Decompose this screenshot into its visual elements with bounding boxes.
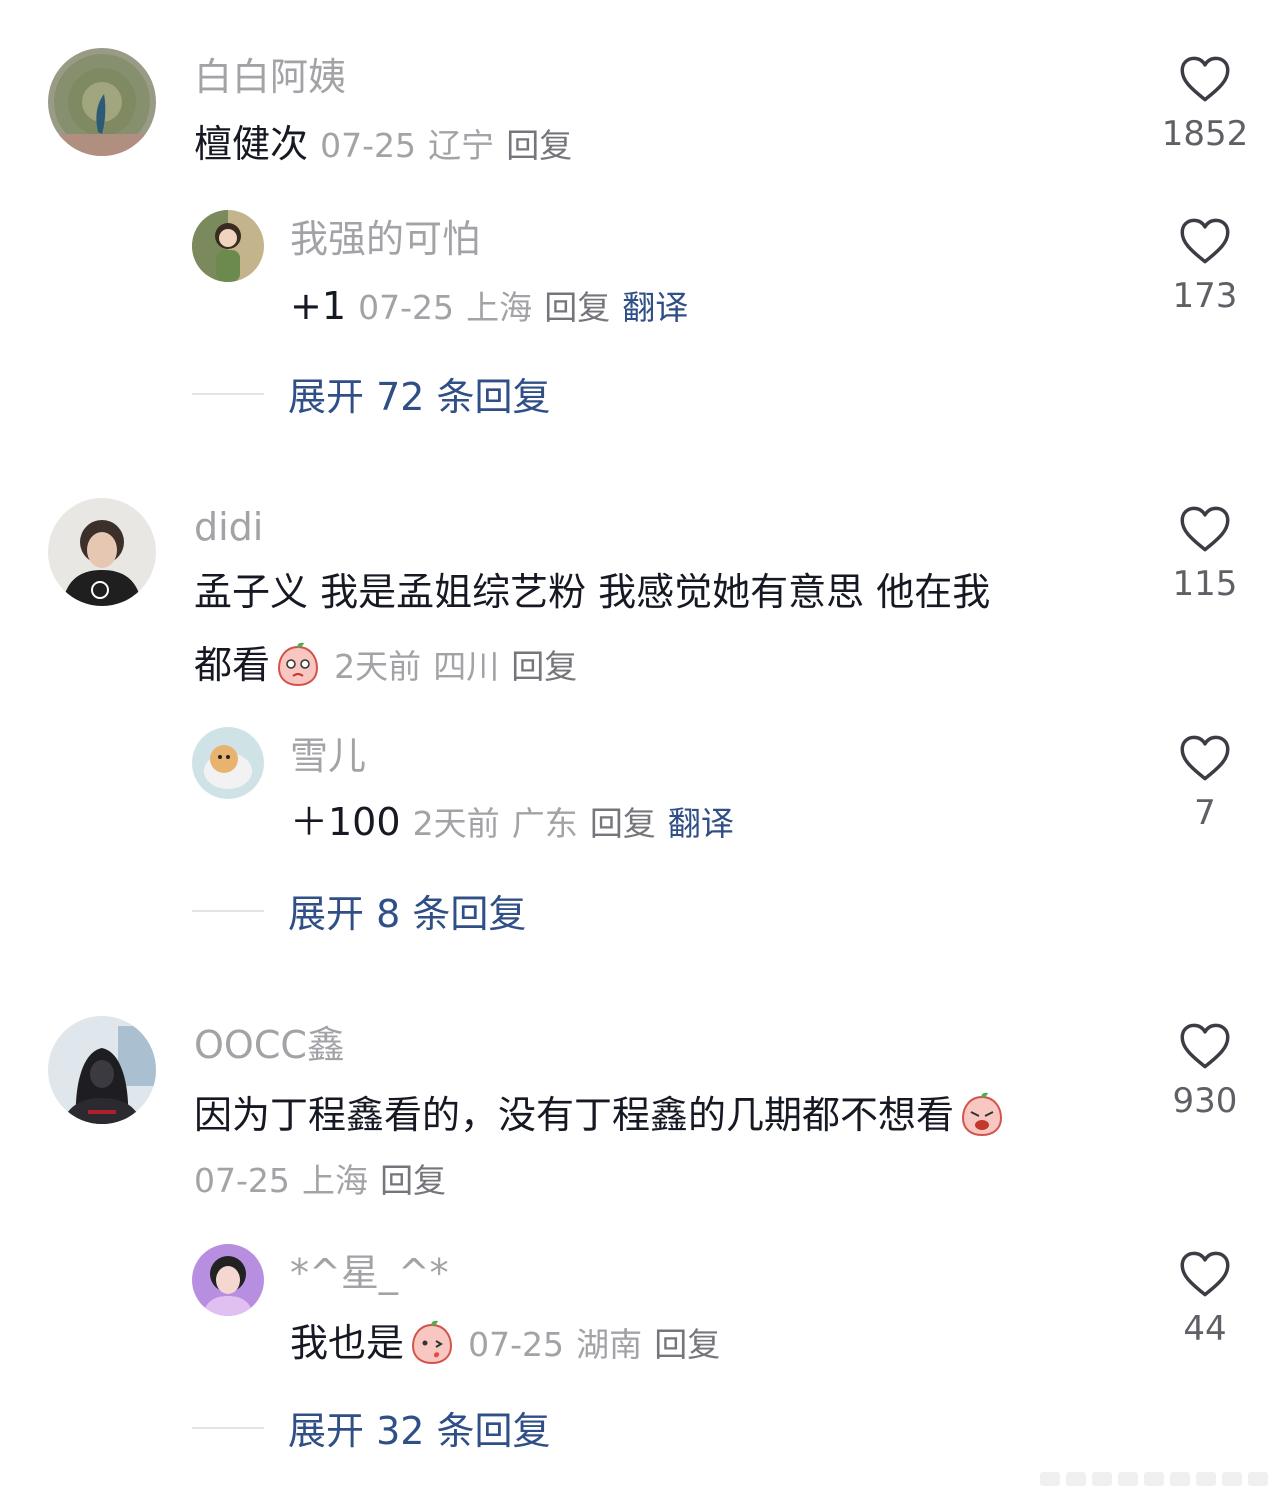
avatar-image-dog — [192, 727, 264, 799]
reply-location: 上海 — [466, 288, 533, 327]
avatar-image-boy — [48, 498, 156, 606]
reply-location: 湖南 — [576, 1325, 643, 1364]
divider — [192, 392, 264, 395]
reply-username[interactable]: 我强的可怕 — [290, 220, 480, 258]
reply-button[interactable]: 回复 — [380, 1161, 446, 1200]
comment-text-line: 孟子义 我是孟姐综艺粉 我感觉她有意思 他在我 — [194, 570, 991, 614]
reply-text: +1 — [290, 284, 347, 328]
reply-avatar[interactable] — [192, 210, 264, 282]
expand-replies-label: 展开 32 条回复 — [288, 1409, 551, 1453]
heart-icon — [1179, 505, 1231, 553]
avatar[interactable] — [48, 48, 156, 156]
expand-replies-button[interactable]: 展开 72 条回复 — [192, 366, 551, 421]
expand-replies-label: 展开 72 条回复 — [288, 375, 551, 419]
avatar[interactable] — [48, 1016, 156, 1124]
like-count: 115 — [1172, 564, 1238, 604]
comment-meta-row: 07-25 上海 回复 — [194, 1160, 446, 1198]
like-count: 173 — [1172, 276, 1238, 316]
comment-text-row: 因为丁程鑫看的，没有丁程鑫的几期都不想看 — [194, 1090, 1006, 1138]
reply-text-row: 我也是 07-25 湖南 回复 — [290, 1318, 720, 1366]
reply-date: 07-25 — [358, 288, 455, 327]
comment-text: 都看 — [194, 643, 271, 687]
divider — [192, 909, 264, 912]
comment-text: 因为丁程鑫看的，没有丁程鑫的几期都不想看 — [194, 1093, 955, 1137]
comment-location: 上海 — [301, 1161, 368, 1200]
avatar-image-peacock — [48, 48, 156, 156]
comment-date: 07-25 — [194, 1161, 290, 1200]
expand-replies-label: 展开 8 条回复 — [288, 892, 527, 936]
heart-icon — [1179, 1250, 1231, 1298]
heart-icon — [1179, 734, 1231, 782]
like-button[interactable]: 44 — [1145, 1250, 1265, 1346]
peach-kiss-emoji — [408, 1318, 456, 1366]
like-button[interactable]: 7 — [1145, 734, 1265, 830]
like-count: 7 — [1194, 793, 1216, 833]
comment-location: 辽宁 — [428, 126, 495, 165]
like-count: 930 — [1172, 1081, 1238, 1121]
avatar-image-hooded — [48, 1016, 156, 1124]
like-count: 44 — [1183, 1309, 1227, 1349]
comment-date: 07-25 — [320, 126, 416, 165]
comment-username[interactable]: 白白阿姨 — [194, 58, 346, 96]
heart-icon — [1179, 55, 1231, 103]
avatar-image-boy-purple — [192, 1244, 264, 1316]
like-count: 1852 — [1161, 114, 1249, 154]
expand-replies-button[interactable]: 展开 32 条回复 — [192, 1400, 551, 1455]
reply-text: 我也是 — [290, 1321, 405, 1365]
reply-button[interactable]: 回复 — [506, 126, 572, 165]
heart-icon — [1179, 1022, 1231, 1070]
peach-wink-emoji — [274, 640, 322, 688]
reply-username[interactable]: *^星_^* — [290, 1254, 449, 1292]
peach-crying-emoji — [958, 1090, 1006, 1138]
reply-text-row: +1 07-25 上海 回复 翻译 — [290, 287, 688, 325]
reply-button[interactable]: 回复 — [511, 647, 577, 686]
like-button[interactable]: 115 — [1145, 505, 1265, 601]
divider — [192, 1426, 264, 1429]
translate-button[interactable]: 翻译 — [668, 804, 734, 843]
reply-date: 2天前 — [412, 804, 500, 843]
comment-text-row: 檀健次 07-25 辽宁 回复 — [194, 125, 572, 163]
reply-button[interactable]: 回复 — [590, 804, 656, 843]
comment-text: 檀健次 — [194, 122, 309, 166]
reply-button[interactable]: 回复 — [544, 288, 610, 327]
reply-location: 广东 — [511, 804, 578, 843]
heart-icon — [1179, 217, 1231, 265]
comment-date: 2天前 — [334, 647, 422, 686]
reply-avatar[interactable] — [192, 727, 264, 799]
reply-text-row: ＋100 2天前 广东 回复 翻译 — [290, 803, 734, 841]
comment-text-row: 都看 2天前 四川 回复 — [194, 640, 577, 688]
avatar[interactable] — [48, 498, 156, 606]
reply-date: 07-25 — [468, 1325, 564, 1364]
expand-replies-button[interactable]: 展开 8 条回复 — [192, 883, 526, 938]
comment-username[interactable]: OOCC鑫 — [194, 1026, 345, 1064]
comment-location: 四川 — [433, 647, 500, 686]
reply-button[interactable]: 回复 — [654, 1325, 720, 1364]
like-button[interactable]: 173 — [1145, 217, 1265, 313]
like-button[interactable]: 1852 — [1145, 55, 1265, 151]
watermark-bars — [1040, 1472, 1268, 1486]
translate-button[interactable]: 翻译 — [622, 288, 688, 327]
like-button[interactable]: 930 — [1145, 1022, 1265, 1118]
avatar-image-girl — [192, 210, 264, 282]
reply-text: ＋100 — [290, 800, 401, 844]
reply-avatar[interactable] — [192, 1244, 264, 1316]
reply-username[interactable]: 雪儿 — [290, 737, 366, 775]
comment-username[interactable]: didi — [194, 508, 263, 546]
